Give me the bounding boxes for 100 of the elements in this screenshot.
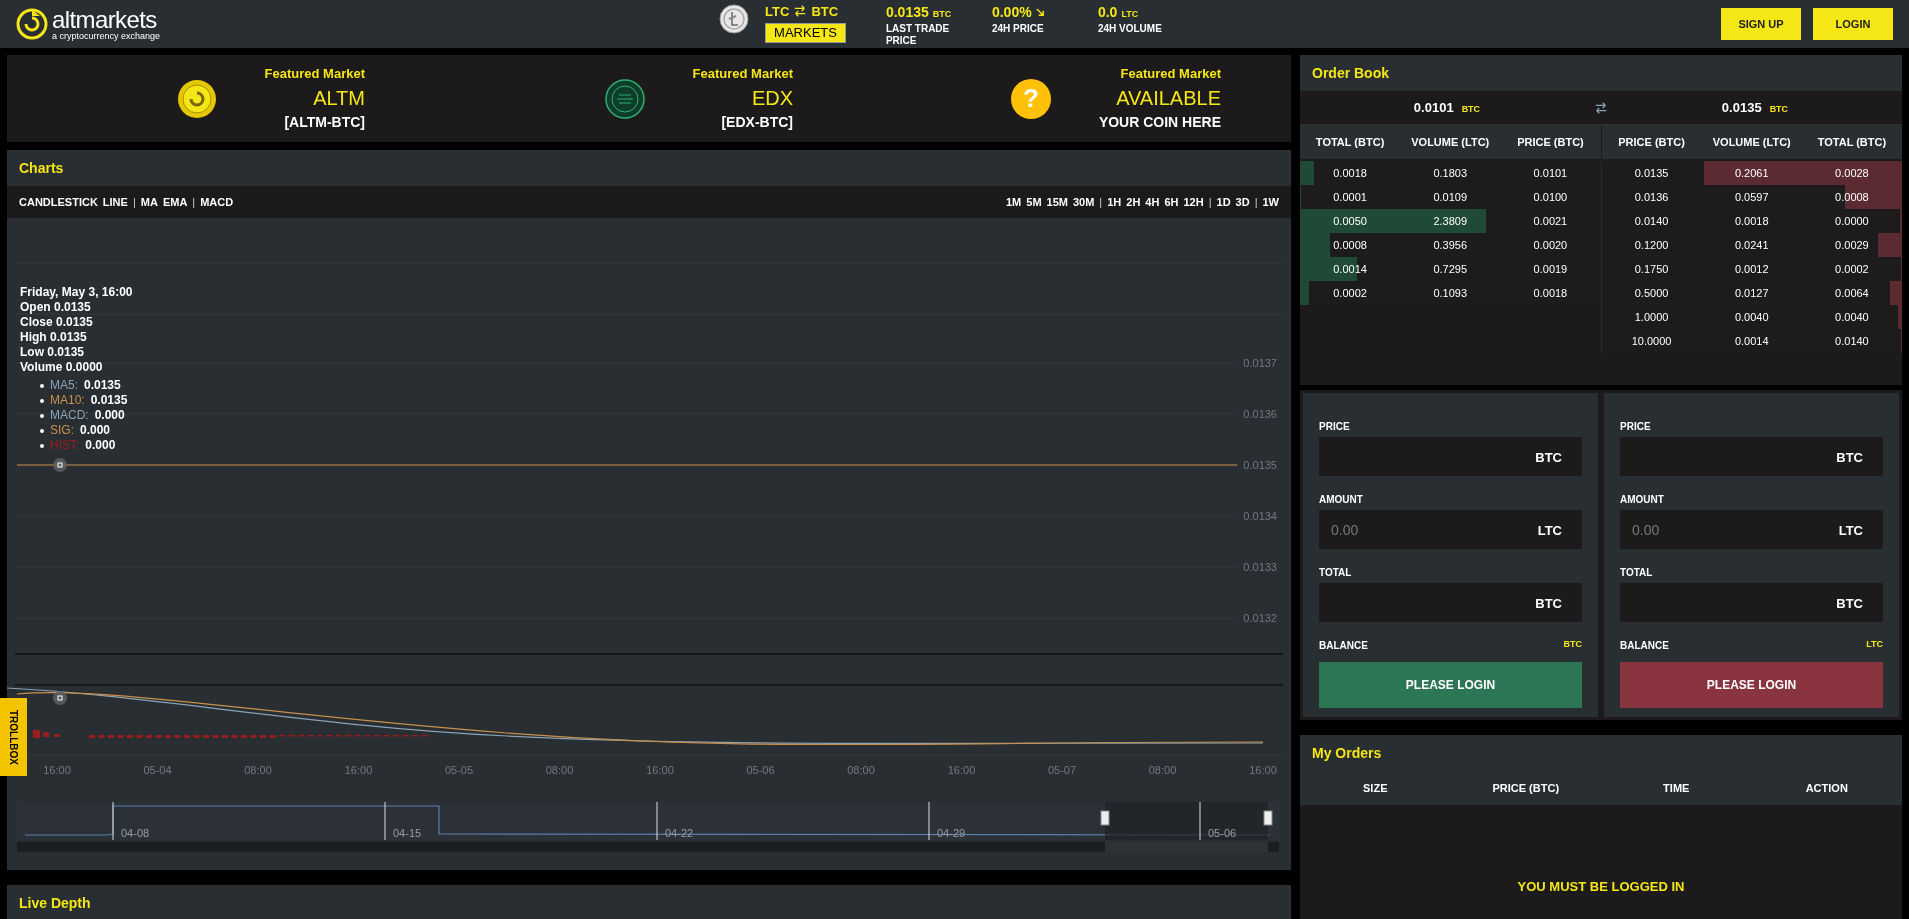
column-header: SIZE: [1362, 780, 1389, 796]
x-tick-label: 08:00: [1148, 764, 1177, 776]
order-book-cell-text: 0.3956: [1432, 237, 1469, 253]
range-handle[interactable]: [1263, 810, 1273, 826]
featured-market-name[interactable]: AVAILABLE: [1116, 83, 1221, 112]
panel-title: Live Depth: [19, 893, 91, 913]
field-label: PRICE: [1319, 419, 1351, 434]
series-name: SIG:: [50, 423, 74, 438]
featured-heading: Featured Market: [692, 65, 793, 84]
markets-button[interactable]: MARKETS: [765, 23, 846, 43]
range-handle[interactable]: [1100, 810, 1110, 826]
y-tick-label: 0.0135: [1243, 459, 1277, 471]
swap-icon: [793, 4, 808, 19]
series-value: 0.0135: [90, 393, 128, 408]
chart-option[interactable]: 2H: [1126, 193, 1141, 211]
navigator-label: 04-15: [393, 827, 422, 839]
login-prompt-button[interactable]: PLEASE LOGIN: [1620, 662, 1883, 708]
trend-down-icon: [1035, 7, 1045, 17]
x-tick-label: 05-06: [746, 764, 775, 776]
panel-title: Order Book: [1312, 63, 1389, 83]
order-book-cell-text: 0.0064: [1834, 285, 1870, 301]
order-book-cell-text: 0.0001: [1332, 189, 1368, 205]
stat-label: LAST TRADE PRICE: [885, 22, 951, 47]
chart-option[interactable]: CANDLESTICK: [19, 193, 98, 211]
pair-base: LTC: [765, 2, 790, 21]
chart-option[interactable]: 1H: [1107, 193, 1122, 211]
featured-market-name[interactable]: ALTM: [313, 83, 365, 112]
column-header: ACTION: [1804, 780, 1849, 796]
column-header: VOLUME (LTC): [1410, 134, 1491, 150]
order-book-cell-text: 0.0008: [1332, 237, 1368, 253]
order-book-cell-text: 0.0000: [1834, 213, 1870, 229]
input-field[interactable]: [1620, 437, 1883, 476]
order-book-cell-text: 2.3809: [1432, 213, 1469, 229]
order-book-cell-text: 0.1803: [1432, 165, 1469, 181]
stat-unit: BTC: [932, 7, 952, 21]
series-value: 0.000: [80, 423, 111, 438]
order-book-cell-text: 0.0109: [1432, 189, 1469, 205]
order-book-cell-text: 0.0100: [1532, 189, 1569, 205]
x-tick-label: 08:00: [545, 764, 574, 776]
featured-market-name[interactable]: EDX: [751, 83, 793, 112]
order-book-cell-text: 0.0002: [1834, 261, 1870, 277]
navigator-label: 05-06: [1208, 827, 1237, 839]
toolbar-separator: |: [192, 194, 196, 210]
chart-option[interactable]: 1D: [1216, 193, 1231, 211]
trollbox-tab[interactable]: TROLLBOX: [0, 698, 27, 776]
chart-option[interactable]: MA: [140, 193, 158, 211]
sign-up-button[interactable]: SIGN UP: [1721, 8, 1801, 40]
input-field[interactable]: [1620, 583, 1883, 622]
tooltip-line: High 0.0135: [20, 330, 88, 345]
tooltip-line: Open 0.0135: [20, 300, 92, 315]
x-tick-label: 05-04: [143, 764, 172, 776]
order-book-cell-text: 0.1200: [1633, 237, 1670, 253]
swap-icon: [1594, 100, 1608, 115]
chart-option[interactable]: 6H: [1164, 193, 1179, 211]
order-book-cell-text: 0.0021: [1532, 213, 1569, 229]
column-header: PRICE (BTC): [1491, 780, 1561, 796]
order-book-cell-text: 0.0008: [1834, 189, 1870, 205]
chart-option[interactable]: 5M: [1026, 193, 1042, 211]
field-label: AMOUNT: [1319, 492, 1364, 507]
order-book-cell-text: 0.0597: [1733, 189, 1770, 205]
navigator-label: 04-08: [121, 827, 150, 839]
toolbar-separator: |: [1254, 194, 1258, 210]
input-field[interactable]: [1319, 437, 1582, 476]
series-value: 0.0135: [84, 378, 121, 393]
series-name: HIST:: [50, 438, 80, 453]
chart-option[interactable]: 1M: [1006, 193, 1022, 211]
field-unit: LTC: [1838, 522, 1863, 540]
column-header: VOLUME (LTC): [1711, 134, 1792, 150]
chart-option[interactable]: EMA: [162, 193, 188, 211]
field-unit: BTC: [1535, 449, 1562, 467]
order-book-cell-text: 0.0028: [1834, 165, 1870, 181]
bullet-icon: [40, 383, 44, 388]
x-tick-label: 05-07: [1047, 764, 1077, 776]
stat-value: 0.0: [1097, 2, 1118, 22]
login-prompt-button[interactable]: PLEASE LOGIN: [1319, 662, 1582, 708]
series-value: 0.000: [85, 438, 116, 453]
hover-marker: [53, 458, 67, 472]
login-button[interactable]: LOGIN: [1813, 8, 1893, 40]
series-name: MA5:: [50, 378, 78, 393]
chart-option[interactable]: 3D: [1235, 193, 1250, 211]
login-required-message: YOU MUST BE LOGGED IN: [1517, 878, 1685, 897]
featured-heading: Featured Market: [264, 65, 365, 84]
x-tick-label: 16:00: [947, 764, 976, 776]
order-book-cell-text: 0.0014: [1332, 261, 1368, 277]
chart-option[interactable]: 4H: [1145, 193, 1160, 211]
x-tick-label: 08:00: [847, 764, 875, 776]
input-field[interactable]: [1319, 583, 1582, 622]
balance-unit: BTC: [1563, 638, 1582, 652]
chart-option[interactable]: 12H: [1183, 193, 1204, 211]
bullet-icon: [40, 413, 44, 418]
chart-option[interactable]: 1W: [1262, 193, 1279, 211]
chart-option[interactable]: LINE: [102, 193, 128, 211]
field-label: TOTAL: [1319, 565, 1353, 580]
stat-label: 24H PRICE: [991, 22, 1045, 35]
chart-option[interactable]: 30M: [1072, 193, 1095, 211]
price-unit: BTC: [1461, 102, 1481, 116]
column-header: PRICE (BTC): [1516, 134, 1585, 150]
chart-option[interactable]: 15M: [1046, 193, 1068, 211]
order-book-cell-text: 0.0018: [1532, 285, 1569, 301]
chart-option[interactable]: MACD: [200, 193, 234, 211]
